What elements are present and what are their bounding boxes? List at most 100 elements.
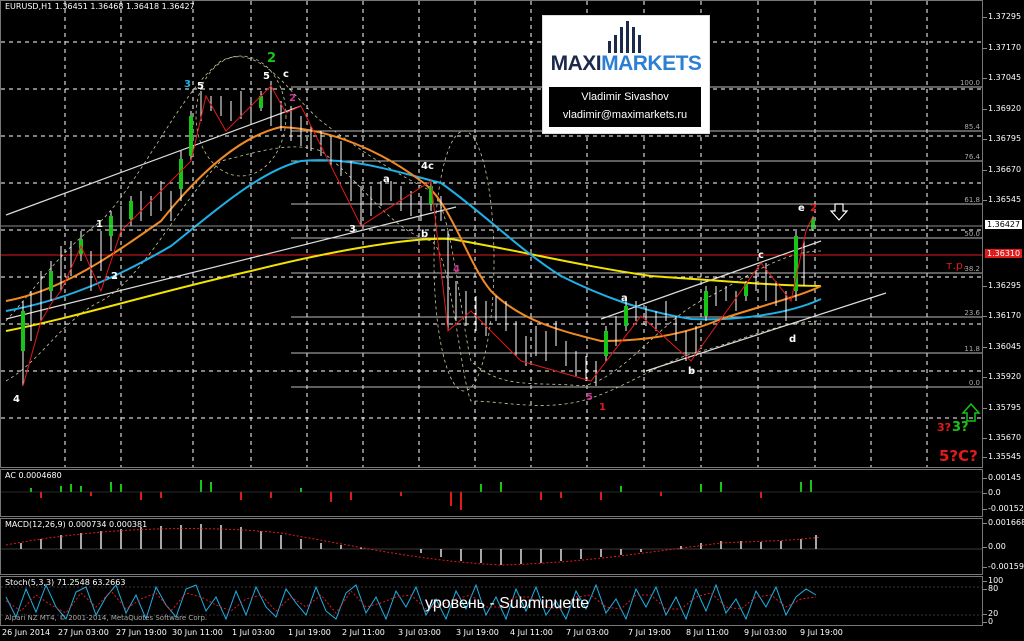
time-tick: 4 Jul 11:00 — [510, 628, 553, 637]
wave-label-2-right: 2 — [810, 203, 817, 214]
wave-label-2-mag: 2 — [289, 93, 296, 104]
price-tick: 1.35545 — [982, 452, 1022, 461]
current-price-badge: 1.36427 — [985, 220, 1023, 229]
stoch-tick: 80 — [982, 584, 999, 593]
time-tick: 7 Jul 19:00 — [628, 628, 671, 637]
wave-label-a-mid: a — [383, 174, 390, 185]
stoch-axis: 100 80 20 0 — [982, 576, 1024, 626]
fib-0: 0.0 — [969, 379, 980, 387]
time-tick: 9 Jul 19:00 — [800, 628, 843, 637]
wave-label-2-top: 2 — [267, 51, 276, 66]
ac-axis: 0.00145 0.0 -0.00152 — [982, 469, 1024, 517]
wave-label-5-top: 5 — [263, 71, 270, 82]
macd-histogram — [1, 524, 982, 566]
price-tick: 1.37170 — [982, 43, 1022, 52]
time-tick: 30 Jun 11:00 — [172, 628, 223, 637]
wave-label-a-right: a — [621, 293, 628, 304]
stoch-tick: 0 — [982, 617, 994, 626]
logo-markets: MARKETS — [601, 52, 702, 75]
time-tick: 2 Jul 11:00 — [342, 628, 385, 637]
maximarkets-logo: MAXIMARKETS Vladimir Sivashov vladimir@m… — [542, 15, 710, 134]
fib-50: 50.0 — [964, 230, 980, 238]
time-tick: 27 Jun 03:00 — [58, 628, 109, 637]
fib-85: 85.4 — [964, 123, 980, 131]
wave-label-4c: 4c — [421, 161, 434, 172]
fib-38: 38.2 — [964, 265, 980, 273]
red-level-badge: 1.36310 — [985, 249, 1023, 258]
ac-tick: 0.0 — [983, 488, 1001, 497]
wave-label-c-right: c — [758, 250, 764, 261]
price-tick: 1.37045 — [982, 73, 1022, 82]
wave-label-3-mid: 3 — [349, 224, 356, 235]
wave-label-c-top: c — [283, 69, 289, 80]
fib-76: 76.4 — [964, 153, 980, 161]
time-tick: 7 Jul 03:00 — [566, 628, 609, 637]
macd-tick: -0.001596 — [982, 562, 1024, 571]
wave-label-d-right: d — [789, 334, 796, 345]
wave-label-b-right: b — [688, 366, 695, 377]
logo-wordmark: MAXIMARKETS — [543, 52, 709, 76]
price-tick: 1.35795 — [982, 403, 1022, 412]
wave-label-2-left: 2 — [111, 271, 118, 282]
ac-tick: -0.00152 — [983, 504, 1024, 513]
wave-label-3-left: 3 — [184, 79, 191, 90]
fib-11: 11.8 — [964, 345, 980, 353]
ac-pane[interactable]: AC 0.0004680 — [0, 469, 983, 517]
price-tick: 1.36545 — [982, 195, 1022, 204]
fib-61: 61.8 — [964, 196, 980, 204]
price-axis: 1.37295 1.37170 1.37045 1.36920 1.36795 … — [982, 0, 1024, 468]
price-tick: 1.36170 — [982, 311, 1022, 320]
logo-bars-icon — [608, 21, 641, 53]
time-tick: 8 Jul 11:00 — [686, 628, 729, 637]
chart-window: EURUSD,H1 1.36451 1.36468 1.36418 1.3642… — [0, 0, 1024, 641]
wave-label-b-mid: b — [421, 229, 428, 240]
macd-tick: 0.00 — [983, 542, 1006, 551]
forecast-label-3-green: 3? — [952, 420, 969, 435]
price-tick: 1.37295 — [982, 12, 1022, 21]
wave-label-4-mid: 4 — [453, 264, 460, 275]
logo-info-box: Vladimir Sivashov vladimir@maximarkets.r… — [549, 87, 701, 127]
copyright-footer: Alpari NZ MT4, © 2001-2014, MetaQuotes S… — [5, 614, 208, 622]
time-tick: 3 Jul 19:00 — [456, 628, 499, 637]
logo-maxi: MAXI — [550, 52, 602, 75]
price-tick: 1.36045 — [982, 342, 1022, 351]
fib-level-labels: 100.0 85.4 76.4 61.8 50.0 38.2 23.6 11.8… — [960, 79, 981, 387]
forecast-label-5c: 5?C? — [939, 447, 978, 465]
price-tick: 1.36920 — [982, 104, 1022, 113]
macd-axis: 0.001668 0.00 -0.001596 — [982, 518, 1024, 575]
ac-histogram — [1, 480, 982, 510]
wave-label-1-left: 1 — [96, 219, 103, 230]
price-chart[interactable]: 100.0 85.4 76.4 61.8 50.0 38.2 23.6 11.8… — [1, 1, 982, 467]
forecast-label-3-red: 3? — [937, 421, 951, 434]
time-tick: 1 Jul 19:00 — [288, 628, 331, 637]
wave-label-4-left: 4 — [13, 394, 20, 405]
price-tick: 1.35670 — [982, 433, 1022, 442]
time-tick: 9 Jul 03:00 — [744, 628, 787, 637]
author-email: vladimir@maximarkets.ru — [562, 109, 688, 121]
wave-label-5-left: 5 — [197, 81, 204, 92]
price-tick: 1.36795 — [982, 134, 1022, 143]
price-tick: 1.36295 — [982, 281, 1022, 290]
wave-label-5-low: 5 — [586, 392, 593, 403]
time-axis: 26 Jun 2014 27 Jun 03:00 27 Jun 19:00 30… — [0, 626, 983, 641]
macd-tick: 0.001668 — [982, 518, 1024, 527]
down-arrow-icon — [829, 203, 849, 221]
macd-pane[interactable]: MACD(12,26,9) 0.000734 0.000381 — [0, 518, 983, 575]
time-tick: 27 Jun 19:00 — [116, 628, 167, 637]
vertical-grid — [64, 1, 928, 467]
ac-tick: 0.00145 — [982, 473, 1022, 482]
price-tick: 1.35920 — [982, 372, 1022, 381]
wave-labels: 2 5 c 2 3 5 4 1 2 4c a b 3 4 5 1 a b c d — [13, 51, 978, 465]
wave-label-e-right: e — [798, 203, 805, 214]
wave-label-1-low: 1 — [599, 402, 606, 413]
fib-23: 23.6 — [964, 309, 980, 317]
target-label: т.р. — [946, 259, 966, 272]
level-watermark: уровень - Subminuette — [425, 595, 590, 612]
fib-100: 100.0 — [960, 79, 980, 87]
price-tick: 1.36670 — [982, 165, 1022, 174]
price-pane[interactable]: EURUSD,H1 1.36451 1.36468 1.36418 1.3642… — [0, 0, 983, 468]
author-name: Vladimir Sivashov — [581, 91, 669, 103]
stoch-pane[interactable]: Stoch(5,3,3) 71.2548 63.2663 Alpari NZ M… — [0, 576, 983, 626]
time-tick: 26 Jun 2014 — [2, 628, 51, 637]
time-tick: 1 Jul 03:00 — [232, 628, 275, 637]
